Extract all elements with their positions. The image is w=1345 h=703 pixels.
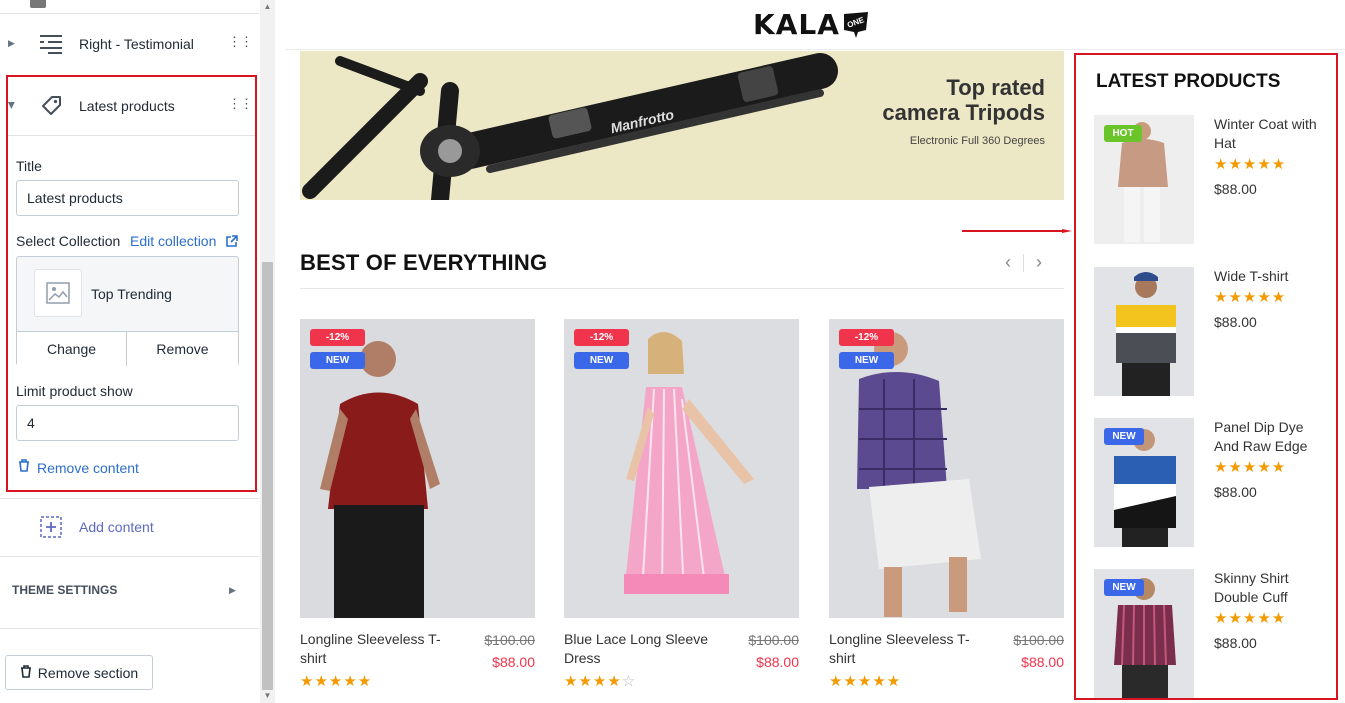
latest-products-widget: LATEST PRODUCTS HOT Winter Coat with Hat…: [1074, 53, 1338, 700]
scrollbar-thumb[interactable]: [262, 262, 273, 690]
product-price: $88.00: [1214, 181, 1257, 197]
theme-editor-sidebar: ▶ Right - Testimonial ⋮⋮ ▶ Latest produc…: [0, 0, 275, 703]
promo-banner[interactable]: Manfrotto Top rated camera Tripods Elect…: [300, 51, 1064, 200]
sale-price: $88.00: [492, 654, 535, 670]
product-name[interactable]: Skinny Shirt Double Cuff: [1214, 569, 1324, 607]
title-input[interactable]: Latest products: [16, 180, 239, 216]
trash-icon[interactable]: [18, 459, 30, 477]
product-name[interactable]: Longline Sleeveless T-shirt: [829, 630, 989, 668]
banner-title: Top rated camera Tripods: [882, 75, 1045, 125]
new-badge: NEW: [839, 352, 894, 369]
theme-settings-row[interactable]: THEME SETTINGS ▶: [0, 557, 259, 627]
change-collection-button[interactable]: Change: [17, 331, 127, 366]
collection-name: Top Trending: [91, 286, 172, 302]
carousel-nav: ‹ ›: [1005, 252, 1042, 273]
section-title: BEST OF EVERYTHING: [300, 250, 548, 275]
drag-handle-icon[interactable]: ⋮⋮: [228, 97, 253, 110]
hot-badge: HOT: [1104, 125, 1142, 142]
remove-collection-button[interactable]: Remove: [127, 331, 238, 366]
banner-subtitle: Electronic Full 360 Degrees: [909, 135, 1045, 147]
caret-down-icon[interactable]: ▶: [6, 102, 17, 109]
caret-right-icon[interactable]: ▶: [229, 585, 236, 596]
scroll-up-icon[interactable]: ▲: [262, 2, 273, 12]
latest-product-item[interactable]: NEW Panel Dip Dye And Raw Edge ★★★★★ $88…: [1094, 418, 1334, 548]
rating-stars: ★★★★★: [1214, 289, 1287, 306]
product-price: $88.00: [1214, 635, 1257, 651]
discount-badge: -12%: [574, 329, 629, 346]
latest-product-item[interactable]: NEW Skinny Shirt Double Cuff ★★★★★ $88.0…: [1094, 569, 1334, 699]
widget-title: LATEST PRODUCTS: [1096, 71, 1281, 92]
image-placeholder-icon: [34, 269, 82, 317]
collection-card: Top Trending Change Remove: [16, 256, 239, 366]
chevron-left-icon[interactable]: ‹: [1005, 252, 1011, 273]
product-price: $88.00: [1214, 314, 1257, 330]
section-thumbnail: [30, 0, 46, 8]
scroll-down-icon[interactable]: ▼: [262, 691, 273, 701]
theme-settings-label: THEME SETTINGS: [12, 583, 118, 597]
trash-icon: [20, 664, 32, 681]
block-label: Right - Testimonial: [79, 36, 194, 52]
logo-badge: ONE: [842, 10, 870, 38]
rating-stars: ★★★★★: [829, 673, 902, 690]
old-price: $100.00: [748, 632, 799, 648]
product-name[interactable]: Blue Lace Long Sleeve Dress: [564, 630, 724, 668]
limit-label: Limit product show: [16, 383, 133, 399]
remove-section-button[interactable]: Remove section: [5, 655, 153, 690]
sale-price: $88.00: [1021, 654, 1064, 670]
rating-stars: ★★★★☆: [564, 673, 637, 690]
chevron-right-icon[interactable]: ›: [1036, 252, 1042, 273]
discount-badge: -12%: [839, 329, 894, 346]
product-name[interactable]: Panel Dip Dye And Raw Edge: [1214, 418, 1324, 456]
sale-price: $88.00: [756, 654, 799, 670]
discount-badge: -12%: [310, 329, 365, 346]
rating-stars: ★★★★★: [1214, 459, 1287, 476]
old-price: $100.00: [1013, 632, 1064, 648]
latest-product-item[interactable]: Wide T-shirt ★★★★★ $88.00: [1094, 267, 1334, 397]
product-price: $88.00: [1214, 484, 1257, 500]
store-header: KALA ONE: [285, 0, 1345, 50]
product-name[interactable]: Winter Coat with Hat: [1214, 115, 1324, 153]
product-name[interactable]: Wide T-shirt: [1214, 267, 1324, 286]
new-badge: NEW: [1104, 579, 1144, 596]
new-badge: NEW: [1104, 428, 1144, 445]
new-badge: NEW: [310, 352, 365, 369]
select-collection-label: Select Collection: [16, 233, 121, 249]
block-item-latest-products[interactable]: ▶ Latest products ⋮⋮: [0, 78, 259, 135]
editor-content: ▶ Right - Testimonial ⋮⋮ ▶ Latest produc…: [0, 0, 259, 703]
latest-product-item[interactable]: HOT Winter Coat with Hat ★★★★★ $88.00: [1094, 115, 1334, 245]
tag-icon: [40, 94, 62, 121]
text-align-icon: [40, 34, 62, 59]
tripod-image: Manfrotto: [302, 53, 838, 200]
limit-input[interactable]: 4: [16, 405, 239, 441]
old-price: $100.00: [484, 632, 535, 648]
add-content-link[interactable]: Add content: [79, 519, 154, 535]
store-preview: KALA ONE Manfrotto Top rated camera Trip…: [285, 0, 1345, 703]
block-label: Latest products: [79, 98, 175, 114]
add-content-icon[interactable]: [40, 516, 62, 543]
product-image[interactable]: [1094, 267, 1194, 396]
rating-stars: ★★★★★: [300, 673, 373, 690]
edit-collection-link[interactable]: Edit collection: [130, 233, 238, 253]
product-name[interactable]: Longline Sleeveless T-shirt: [300, 630, 460, 668]
block-item-testimonial[interactable]: ▶ Right - Testimonial ⋮⋮: [0, 14, 259, 74]
drag-handle-icon[interactable]: ⋮⋮: [228, 35, 253, 48]
remove-content-link[interactable]: Remove content: [18, 459, 139, 477]
annotation-arrow: [962, 229, 1072, 233]
caret-right-icon[interactable]: ▶: [8, 38, 15, 49]
title-label: Title: [16, 158, 42, 174]
section-divider: [300, 288, 1064, 289]
rating-stars: ★★★★★: [1214, 156, 1287, 173]
new-badge: NEW: [574, 352, 629, 369]
store-logo[interactable]: KALA ONE: [753, 6, 870, 42]
external-link-icon[interactable]: [225, 235, 238, 253]
rating-stars: ★★★★★: [1214, 610, 1287, 627]
